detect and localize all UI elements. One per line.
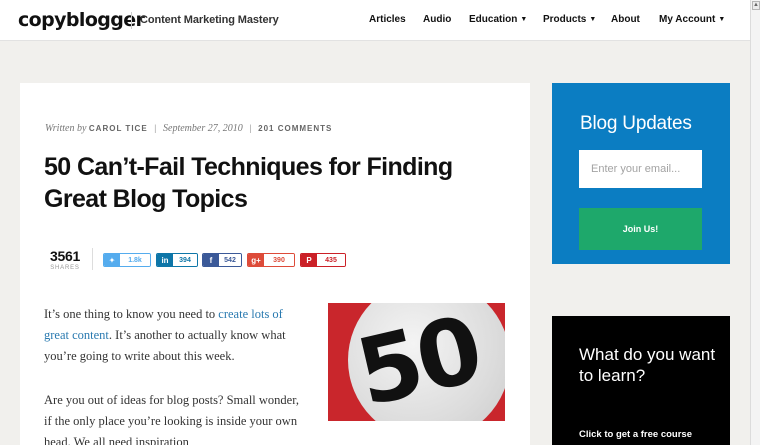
nav-my-account[interactable]: My Account ▼ <box>659 14 725 25</box>
email-field[interactable] <box>579 150 702 188</box>
nav-label: Education <box>469 14 518 25</box>
googleplus-count: 390 <box>264 254 294 266</box>
site-logo[interactable]: copyblogger <box>18 9 145 31</box>
linkedin-icon: in <box>157 254 173 266</box>
byline-separator: | <box>249 123 252 133</box>
learn-title: What do you want to learn? <box>579 345 716 385</box>
pinterest-share-button[interactable]: P 435 <box>300 253 346 267</box>
sign-number: 50 <box>347 303 489 421</box>
written-by-label: Written by <box>45 123 87 134</box>
article-card: Written by CAROL TICE | September 27, 20… <box>20 83 530 445</box>
pinterest-count: 435 <box>317 254 345 266</box>
byline-separator: | <box>154 123 157 133</box>
nav-products[interactable]: Products ▼ <box>543 14 596 25</box>
post-date: September 27, 2010 <box>163 123 243 134</box>
article-title: 50 Can’t-Fail Techniques for Finding Gre… <box>44 153 453 213</box>
chevron-down-icon: ▼ <box>520 16 528 23</box>
blog-updates-widget: Blog Updates Join Us! <box>552 83 730 264</box>
speed-sign-image: 50 <box>328 303 505 421</box>
paragraph-text: It’s one thing to know you need to <box>44 307 219 321</box>
facebook-icon: f <box>203 254 219 266</box>
scrollbar[interactable]: ▲ <box>750 0 760 445</box>
linkedin-count: 394 <box>173 254 197 266</box>
share-label: SHARES <box>50 265 80 271</box>
scroll-up-arrow-icon[interactable]: ▲ <box>752 1 760 10</box>
chevron-down-icon: ▼ <box>718 16 726 23</box>
linkedin-share-button[interactable]: in 394 <box>156 253 198 267</box>
byline: Written by CAROL TICE | September 27, 20… <box>45 123 332 134</box>
nav-education[interactable]: Education ▼ <box>469 14 527 25</box>
paragraph-ideas: Are you out of ideas for blog posts? Sma… <box>44 393 300 445</box>
nav-label: Audio <box>423 14 452 25</box>
nav-label: Products <box>543 14 587 25</box>
nav-label: Articles <box>369 14 406 25</box>
site-tagline: Content Marketing Mastery <box>131 12 279 29</box>
comments-link[interactable]: 201 COMMENTS <box>258 124 332 133</box>
twitter-share-button[interactable]: ✦ 1.8k <box>103 253 151 267</box>
pinterest-icon: P <box>301 254 317 266</box>
share-total: 3561 SHARES <box>45 248 85 271</box>
twitter-count: 1.8k <box>120 254 150 266</box>
googleplus-icon: g+ <box>248 254 264 266</box>
nav-audio[interactable]: Audio <box>423 14 451 25</box>
googleplus-share-button[interactable]: g+ 390 <box>247 253 295 267</box>
share-count: 3561 <box>50 248 80 264</box>
site-header: copyblogger Content Marketing Mastery Ar… <box>0 0 750 41</box>
share-divider <box>92 248 93 270</box>
twitter-icon: ✦ <box>104 254 120 266</box>
nav-label: My Account <box>659 14 716 25</box>
nav-about[interactable]: About <box>611 14 640 25</box>
nav-label: About <box>611 14 640 25</box>
learn-widget[interactable]: What do you want to learn? Click to get … <box>552 316 730 445</box>
facebook-count: 542 <box>219 254 241 266</box>
author-link[interactable]: CAROL TICE <box>89 124 148 133</box>
facebook-share-button[interactable]: f 542 <box>202 253 242 267</box>
nav-articles[interactable]: Articles <box>369 14 406 25</box>
learn-subtitle[interactable]: Click to get a free course <box>579 429 692 440</box>
blog-updates-title: Blog Updates <box>580 113 692 134</box>
join-button[interactable]: Join Us! <box>579 208 702 250</box>
chevron-down-icon: ▼ <box>589 16 597 23</box>
paragraph-intro: It’s one thing to know you need to creat… <box>44 304 306 367</box>
